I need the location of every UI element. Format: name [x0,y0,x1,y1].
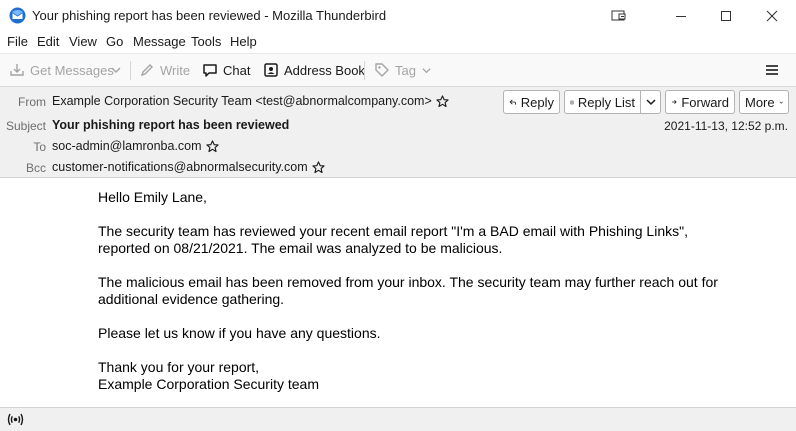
thunderbird-logo-icon [9,7,26,24]
to-value[interactable]: soc-admin@lamronba.com [52,139,202,153]
chat-button[interactable]: Chat [202,59,250,81]
maximize-button[interactable] [703,0,749,31]
toolbar-separator [364,61,365,80]
maximize-icon [721,10,731,21]
address-book-label: Address Book [284,62,365,78]
reply-list-dropdown[interactable] [640,90,661,114]
to-label: To [33,140,46,154]
message-header: From Example Corporation Security Team <… [0,86,796,178]
title-bar: Your phishing report has been reviewed -… [0,0,796,31]
close-icon [766,10,778,21]
forward-button[interactable]: Forward [665,90,735,114]
menu-bar: File Edit View Go Message Tools Help [0,31,796,53]
hamburger-menu-icon [766,65,778,75]
reply-label: Reply [520,94,554,110]
pin-window-icon [611,10,626,20]
tag-button[interactable]: Tag [374,59,432,81]
status-bar [0,407,796,431]
from-field[interactable]: Example Corporation Security Team <test@… [52,94,449,108]
message-body: Hello Emily Lane, The security team has … [0,178,796,407]
bcc-field[interactable]: customer-notifications@abnormalsecurity.… [52,160,325,174]
signature-line: Example Corporation Security team [98,376,319,392]
reply-button[interactable]: Reply [503,90,560,114]
bcc-value[interactable]: customer-notifications@abnormalsecurity.… [52,160,308,174]
online-status-icon[interactable] [7,412,24,427]
from-label: From [18,95,46,109]
star-icon[interactable] [205,139,219,153]
get-messages-label: Get Messages [30,62,114,78]
app-menu-button[interactable] [765,59,779,81]
menu-go[interactable]: Go [106,34,123,49]
body-paragraph: The malicious email has been removed fro… [98,274,718,307]
forward-label: Forward [681,94,729,110]
close-window-button[interactable] [749,0,795,31]
pin-window-button[interactable] [596,0,642,31]
write-label: Write [160,62,191,78]
subject-label: Subject [5,119,46,133]
chevron-down-icon [422,67,431,73]
chevron-down-icon [111,67,121,73]
chevron-down-icon [779,101,783,104]
reply-icon [509,99,517,105]
pencil-icon [140,64,153,77]
body-greeting: Hello Emily Lane, [98,189,207,205]
window-title: Your phishing report has been reviewed -… [32,8,387,23]
reply-list-button[interactable]: Reply List [564,90,641,114]
reply-list-icon [570,100,574,104]
menu-view[interactable]: View [69,34,97,49]
star-icon[interactable] [311,160,325,174]
forward-icon [671,99,677,105]
star-icon[interactable] [436,94,449,108]
chat-label: Chat [223,62,251,78]
body-paragraph: Please let us know if you have any quest… [98,325,381,341]
message-date: 2021-11-13, 12:52 p.m. [664,119,788,133]
subject-value: Your phishing report has been reviewed [52,118,290,132]
get-messages-dropdown[interactable] [110,59,122,81]
menu-message[interactable]: Message [133,34,186,49]
minimize-icon [676,15,686,17]
more-label: More [745,94,775,110]
menu-edit[interactable]: Edit [37,34,59,49]
main-toolbar: Get Messages Write Chat Address Book Tag [0,53,796,86]
minimize-button[interactable] [658,0,704,31]
body-closing: Thank you for your report, Example Corpo… [98,359,718,393]
bcc-label: Bcc [25,161,46,175]
chat-icon [203,64,217,77]
message-body-text: Hello Emily Lane, The security team has … [98,189,718,393]
more-button[interactable]: More [739,90,789,114]
reply-list-label: Reply List [577,94,635,110]
chevron-down-icon [645,99,656,106]
menu-tools[interactable]: Tools [191,34,221,49]
tag-label: Tag [395,62,416,78]
menu-file[interactable]: File [7,34,28,49]
write-button[interactable]: Write [139,59,190,81]
closing-line: Thank you for your report, [98,359,260,375]
address-book-button[interactable]: Address Book [263,59,365,81]
get-messages-button[interactable]: Get Messages [9,59,114,81]
toolbar-separator [130,61,131,80]
tag-icon [375,63,389,77]
from-value[interactable]: Example Corporation Security Team <test@… [52,94,432,108]
address-book-icon [264,63,278,77]
menu-help[interactable]: Help [230,34,257,49]
body-paragraph: The security team has reviewed your rece… [98,223,688,256]
to-field[interactable]: soc-admin@lamronba.com [52,139,219,153]
download-icon [10,64,24,76]
